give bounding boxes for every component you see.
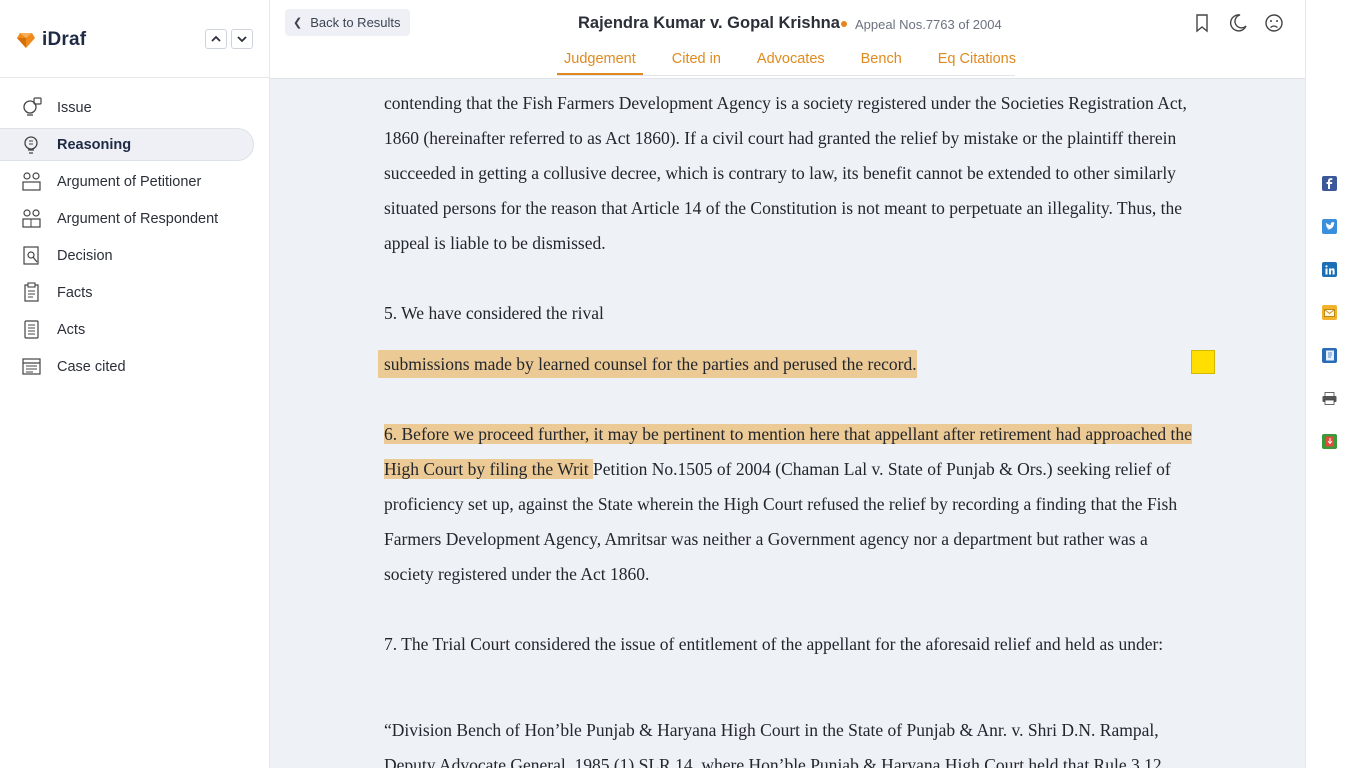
sidebar-item-acts[interactable]: Acts: [0, 313, 269, 346]
sidebar-item-argument-of-petitioner[interactable]: Argument of Petitioner: [0, 165, 269, 198]
sidebar-item-decision[interactable]: Decision: [0, 239, 269, 272]
paragraph: 5. We have considered the rival: [384, 303, 604, 323]
sidebar-item-facts[interactable]: Facts: [0, 276, 269, 309]
chevron-up-icon: [211, 35, 221, 42]
print-icon[interactable]: [1322, 391, 1337, 406]
sidebar-item-case-cited[interactable]: Case cited: [0, 350, 269, 383]
share-rail: [1305, 0, 1350, 768]
sidebar-item-label: Argument of Respondent: [57, 210, 219, 227]
document-tabs: Judgement Cited in Advocates Bench Eq Ci…: [557, 50, 1045, 75]
bookmark-icon[interactable]: [1192, 13, 1212, 33]
next-section-button[interactable]: [231, 29, 253, 49]
case-cited-icon: [22, 358, 41, 375]
back-to-results-button[interactable]: ❮ Back to Results: [285, 9, 410, 36]
dark-mode-icon[interactable]: [1228, 13, 1248, 33]
sticky-note-marker[interactable]: [1191, 350, 1215, 374]
sidebar-item-label: Decision: [57, 247, 113, 264]
brand[interactable]: iDraf: [16, 26, 86, 54]
email-icon[interactable]: [1322, 305, 1337, 320]
issue-icon: [23, 97, 42, 116]
sidebar-item-issue[interactable]: Issue: [0, 91, 269, 124]
sidebar-item-label: Case cited: [57, 358, 126, 375]
document-header: ❮ Back to Results Rajendra Kumar v. Gopa…: [270, 0, 1305, 79]
tab-bench[interactable]: Bench: [854, 50, 909, 75]
judgement-content: contending that the Fish Farmers Develop…: [270, 79, 1305, 768]
tabs-divider: [557, 75, 1015, 76]
appeal-number: Appeal Nos.7763 of 2004: [855, 17, 1002, 32]
brand-name: iDraf: [42, 29, 87, 50]
section-navigator: [205, 29, 253, 49]
tab-judgement[interactable]: Judgement: [557, 50, 643, 75]
separator-dot: [841, 21, 847, 27]
case-title: Rajendra Kumar v. Gopal Krishna: [578, 14, 840, 32]
header-actions: [1192, 13, 1284, 33]
sidebar-item-label: Issue: [57, 99, 92, 116]
acts-icon: [24, 320, 39, 339]
quoted-paragraph: “Division Bench of Hon’ble Punjab & Hary…: [384, 720, 1162, 768]
sidebar: iDraf Issue Reasoning Argument of Petiti…: [0, 0, 270, 768]
back-to-results-label: Back to Results: [310, 15, 401, 30]
highlighted-paragraph: submissions made by learned counsel for …: [378, 347, 1196, 382]
notebook-icon[interactable]: [1322, 348, 1337, 363]
sidebar-item-label: Argument of Petitioner: [57, 173, 202, 190]
sidebar-item-label: Acts: [57, 321, 86, 338]
facts-icon: [24, 282, 39, 302]
feedback-icon[interactable]: [1264, 13, 1284, 33]
decision-icon: [23, 246, 39, 265]
linkedin-icon[interactable]: [1322, 262, 1337, 277]
paragraph: contending that the Fish Farmers Develop…: [384, 93, 1187, 253]
chevron-left-icon: ❮: [293, 17, 303, 29]
chevron-down-icon: [237, 36, 247, 43]
gem-logo-icon: [17, 33, 35, 48]
tab-advocates[interactable]: Advocates: [750, 50, 832, 75]
petitioner-icon: [22, 172, 41, 191]
twitter-icon[interactable]: [1322, 219, 1337, 234]
facebook-icon[interactable]: [1322, 176, 1337, 191]
previous-section-button[interactable]: [205, 29, 227, 49]
paragraph: 6. Before we proceed further, it may be …: [384, 417, 1196, 592]
sidebar-nav: Issue Reasoning Argument of Petitioner A…: [0, 91, 269, 387]
tab-cited-in[interactable]: Cited in: [665, 50, 728, 75]
sidebar-item-argument-of-respondent[interactable]: Argument of Respondent: [0, 202, 269, 235]
sidebar-item-reasoning[interactable]: Reasoning: [0, 128, 254, 161]
sidebar-item-label: Facts: [57, 284, 93, 301]
tab-eq-citations[interactable]: Eq Citations: [931, 50, 1023, 75]
sidebar-item-label: Reasoning: [57, 136, 132, 153]
reasoning-icon: [24, 136, 38, 154]
highlight[interactable]: submissions made by learned counsel for …: [378, 350, 917, 378]
respondent-icon: [22, 209, 41, 228]
sidebar-divider: [0, 77, 269, 78]
paragraph: 7. The Trial Court considered the issue …: [384, 634, 1164, 654]
download-icon[interactable]: [1322, 434, 1337, 449]
